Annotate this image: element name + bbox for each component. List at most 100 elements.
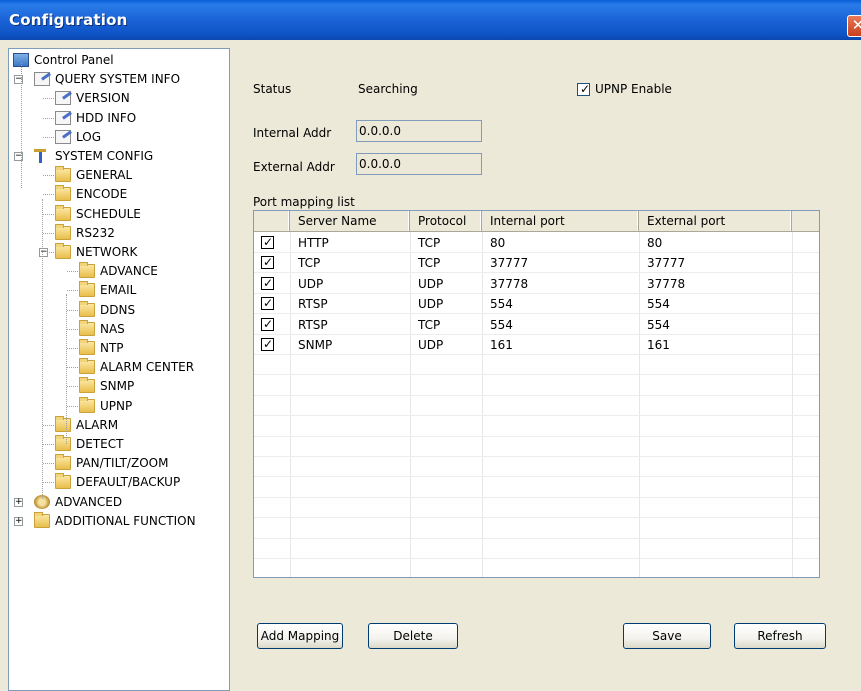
document-edit-icon [55,91,71,106]
row-checkbox[interactable] [261,337,274,351]
tree-connector [67,367,78,369]
tree-item-label: SNMP [100,379,135,394]
folder-icon [79,319,95,336]
status-label: Status [253,82,292,96]
grid-line [254,435,819,437]
tree-connector [43,136,54,138]
tree-item-log[interactable]: LOG [9,127,229,147]
grid-line [254,537,819,539]
grid-line [254,496,819,498]
tree-connector [43,444,54,445]
tree-connector [43,232,54,234]
grid-line [254,558,819,559]
column-header-external-port[interactable]: External port [639,211,792,232]
tree-item-label: DDNS [100,302,136,317]
server-name-cell: SNMP [298,338,333,352]
upnp-enable-checkbox[interactable]: ✓ [577,83,590,96]
tree-connector [43,117,54,119]
window-title: Configuration [9,11,128,29]
expand-icon[interactable]: + [14,516,23,526]
column-header-protocol[interactable]: Protocol [410,211,482,232]
protocol-cell: TCP [418,236,441,250]
column-header-internal-port[interactable]: Internal port [482,211,639,232]
protocol-cell: TCP [418,317,441,332]
tree-item-label: PAN/TILT/ZOOM [76,456,169,471]
tree-connector [43,482,54,484]
add-mapping-button[interactable]: Add Mapping [257,623,343,649]
row-checkbox[interactable] [261,235,274,249]
row-checkbox[interactable] [261,255,274,270]
table-row[interactable]: RTSP TCP 554 554 [254,315,819,335]
internal-port-cell: 37777 [490,256,529,271]
external-port-cell: 37778 [647,276,686,291]
close-icon[interactable]: ✕ [847,15,861,37]
folder-icon [79,300,95,317]
table-row[interactable]: RTSP UDP 554 554 [254,294,819,314]
table-row[interactable]: UDP UDP 37778 37778 [254,274,819,294]
tree-item-control-panel[interactable]: Control Panel [9,50,229,70]
grid-line [254,476,819,478]
open-folder-icon [79,396,95,413]
row-checkbox[interactable] [261,296,274,311]
column-header-server-name[interactable]: Server Name [290,211,410,232]
tree-connector [67,386,78,388]
tree-item-additional-function[interactable]: + ADDITIONAL FUNCTION [9,511,229,531]
server-name-cell: RTSP [298,297,328,312]
port-mapping-table[interactable]: Server Name Protocol Internal port Exter… [253,210,820,578]
folder-icon [79,358,95,375]
server-name-cell: HTTP [298,236,329,250]
tree-item-query-system-info[interactable]: − QUERY SYSTEM INFO [9,69,229,89]
table-header: Server Name Protocol Internal port Exter… [254,211,819,232]
tree-connector [21,63,22,188]
internal-port-cell: 554 [490,317,513,332]
table-row[interactable]: TCP TCP 37777 37777 [254,253,819,273]
tree-item-label: EMAIL [100,283,137,298]
refresh-button[interactable]: Refresh [734,623,826,649]
tree-item-label: DETECT [76,437,124,451]
internal-port-cell: 37778 [490,276,529,291]
tree-item-label: HDD INFO [76,110,137,125]
tree-connector [43,463,54,465]
grid-line [254,415,819,417]
internal-port-cell: 80 [490,236,506,250]
config-tree[interactable]: Control Panel − QUERY SYSTEM INFO VERSION HD… [8,48,230,691]
tree-connector [67,309,78,311]
folder-icon [55,454,71,471]
tree-item-label: NTP [100,341,124,355]
folder-icon [55,435,71,451]
tree-item-label: NAS [100,321,125,336]
expand-icon[interactable]: + [14,497,23,507]
tree-connector [67,271,78,273]
external-port-cell: 554 [647,297,670,312]
grid-line [254,394,819,396]
tree-item-system-config[interactable]: − SYSTEM CONFIG [9,146,229,166]
tree-item-label: LOG [76,129,102,144]
row-checkbox[interactable] [261,317,274,331]
tree-item-label: ADVANCED [55,494,123,509]
tree-item-hdd-info[interactable]: HDD INFO [9,108,229,128]
tree-connector [67,328,78,330]
save-button[interactable]: Save [623,623,711,649]
grid-line [254,456,819,457]
external-port-cell: 554 [647,317,670,332]
column-header-select[interactable] [254,211,290,232]
row-checkbox[interactable] [261,276,274,290]
tree-item-version[interactable]: VERSION [9,88,229,108]
collapse-icon[interactable]: − [39,248,48,257]
table-row[interactable]: SNMP UDP 161 161 [254,335,819,355]
internal-port-cell: 161 [490,338,513,352]
external-port-cell: 80 [647,236,663,250]
tree-item-label: QUERY SYSTEM INFO [55,72,181,87]
internal-port-cell: 554 [490,297,513,312]
tree-item-label: Control Panel [34,53,114,67]
folder-icon [55,223,71,240]
tree-item-general[interactable]: GENERAL [9,165,229,185]
delete-button[interactable]: Delete [368,623,458,649]
tree-item-label: ADDITIONAL FUNCTION [55,513,196,528]
table-row[interactable]: HTTP TCP 80 80 [254,233,819,253]
protocol-cell: UDP [418,297,444,312]
server-name-cell: TCP [298,256,321,271]
tree-item-label: ENCODE [76,187,128,202]
server-name-cell: RTSP [298,317,328,332]
tree-connector [66,294,67,444]
